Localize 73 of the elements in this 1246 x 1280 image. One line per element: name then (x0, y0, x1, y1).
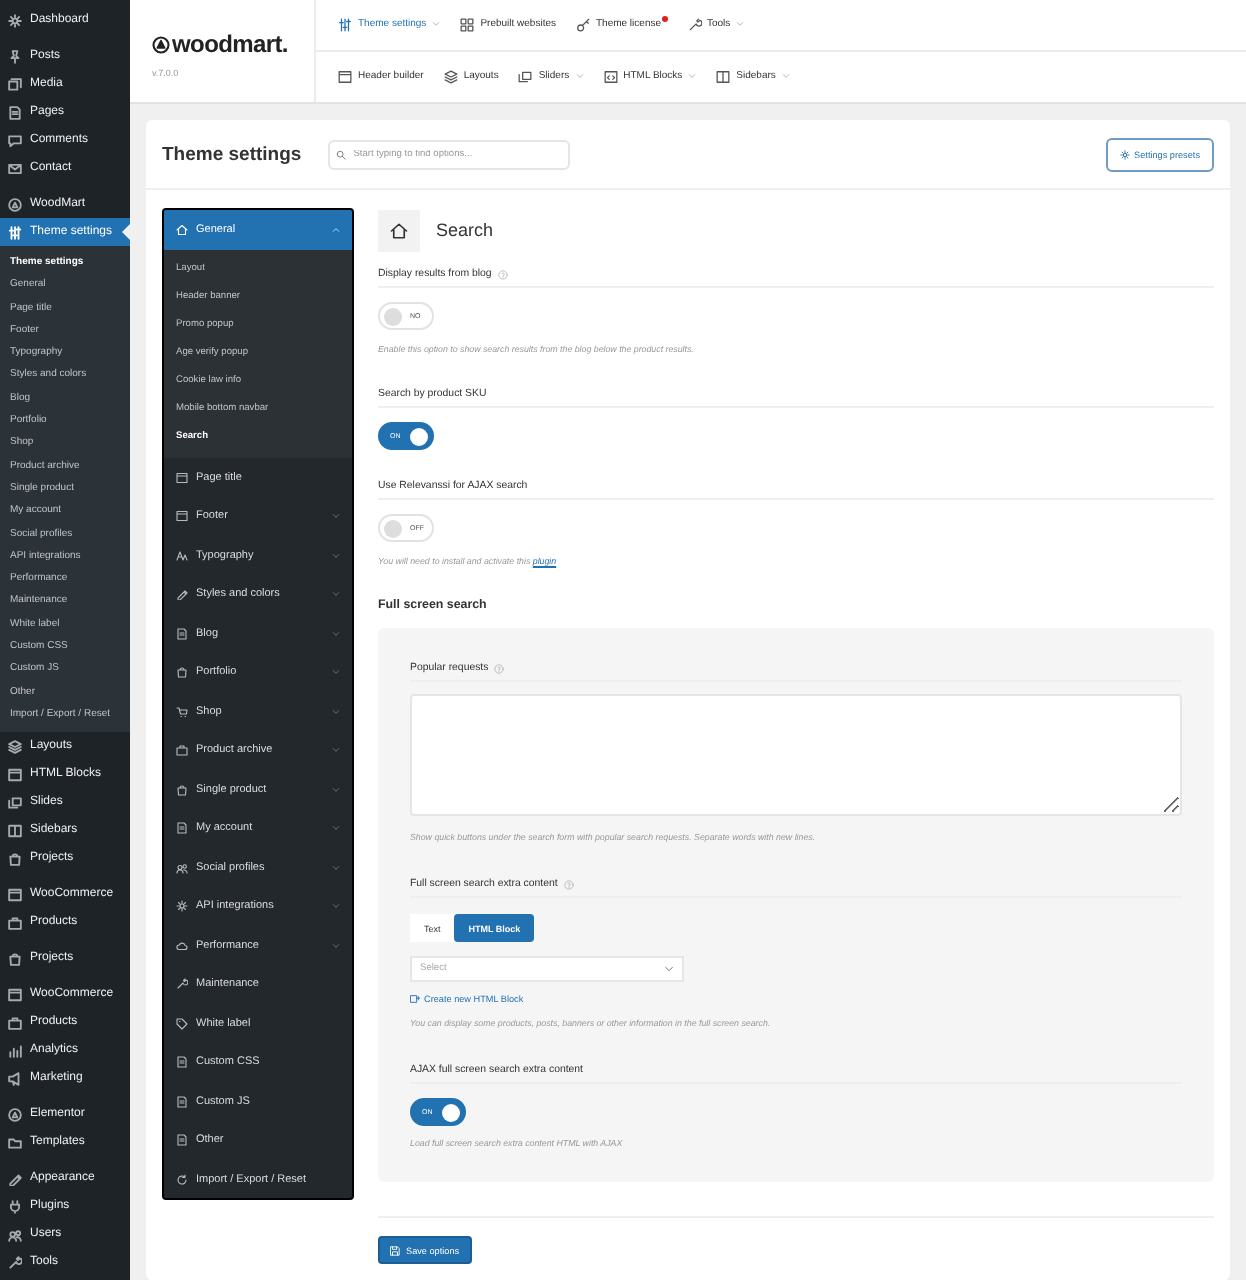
box-icon (176, 744, 188, 757)
tree-badge-icon (8, 1107, 22, 1122)
gear-icon (8, 13, 22, 27)
wrench-icon (687, 17, 701, 32)
search-icon (335, 149, 346, 159)
logo: woodmart. (152, 30, 288, 58)
gear-icon (1120, 149, 1131, 159)
help-icon[interactable] (497, 269, 508, 279)
brush-icon (8, 1171, 22, 1186)
layers-icon (8, 739, 22, 754)
speech-bubble-icon (8, 133, 22, 147)
box-icon (8, 1015, 22, 1030)
bag-icon (176, 783, 188, 796)
window-icon (8, 887, 22, 902)
help-icon[interactable] (563, 879, 574, 889)
bag-icon (8, 951, 22, 966)
box-icon (8, 915, 22, 930)
layers-icon (443, 69, 458, 84)
pushpin-icon (8, 49, 22, 63)
cart-icon (176, 705, 188, 718)
home-icon (176, 224, 188, 236)
typography-icon (176, 549, 188, 562)
stacked-cards-icon (8, 795, 22, 810)
bag-icon (8, 851, 22, 866)
wrench-icon (8, 1255, 22, 1270)
people-icon (176, 861, 188, 874)
section-title: Search (436, 220, 494, 240)
envelope-icon (8, 161, 22, 175)
window-icon (8, 987, 22, 1002)
sidebar-icon (8, 823, 22, 838)
gear-icon (176, 900, 188, 913)
brush-icon (176, 588, 188, 601)
text-area[interactable] (410, 694, 1182, 816)
wrench-icon (176, 978, 188, 991)
document-icon (176, 822, 188, 835)
refresh-icon (176, 1173, 188, 1186)
chevron-up-icon (332, 226, 340, 234)
document-icon (176, 1056, 188, 1069)
chevron-down-icon (736, 20, 745, 29)
tag-icon (176, 1017, 188, 1030)
window-icon (176, 510, 188, 523)
cloud-icon (176, 939, 188, 952)
bag-icon (176, 666, 188, 679)
megaphone-icon (8, 1071, 22, 1086)
window-icon (8, 767, 22, 782)
key-icon (575, 17, 590, 32)
sliders-icon (338, 17, 352, 32)
tree-badge-icon (8, 197, 22, 211)
window-icon (176, 471, 188, 484)
chevron-down-icon (664, 964, 674, 974)
document-icon (176, 1095, 188, 1108)
save-icon (390, 1245, 400, 1255)
document-icon (176, 627, 188, 640)
chevron-down-icon (432, 20, 441, 29)
sidebar-icon (716, 69, 731, 84)
document-icon (176, 1134, 188, 1147)
people-icon (8, 1227, 22, 1242)
window-icon (338, 69, 352, 84)
home-icon (378, 209, 420, 251)
bar-chart-icon (8, 1043, 22, 1058)
chevron-down-icon (575, 72, 584, 81)
grid-icon (460, 17, 475, 32)
sliders-icon (8, 225, 22, 239)
plug-icon (8, 1199, 22, 1214)
folder-icon (8, 1135, 22, 1150)
document-icon (8, 105, 22, 119)
help-icon[interactable] (494, 663, 505, 673)
images-icon (8, 77, 22, 91)
chevron-down-icon (688, 72, 697, 81)
code-icon (603, 69, 618, 84)
chevron-down-icon (781, 72, 790, 81)
stacked-cards-icon (518, 69, 533, 84)
page-title: Theme settings (162, 143, 302, 165)
